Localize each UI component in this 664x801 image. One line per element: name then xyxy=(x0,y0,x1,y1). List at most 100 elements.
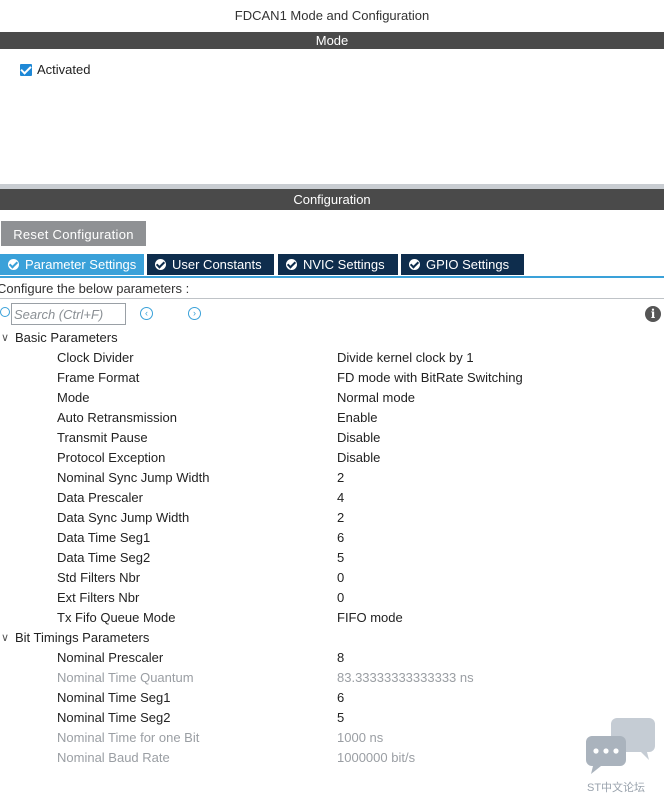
param-value[interactable]: 4 xyxy=(337,488,344,508)
group-label: Basic Parameters xyxy=(15,330,118,345)
param-key: Tx Fifo Queue Mode xyxy=(57,610,176,625)
param-row[interactable]: Std Filters Nbr 0 xyxy=(0,568,664,588)
param-value[interactable]: Normal mode xyxy=(337,388,415,408)
param-key: Data Prescaler xyxy=(57,490,143,505)
param-value[interactable]: Enable xyxy=(337,408,377,428)
tab-label: Parameter Settings xyxy=(25,257,137,272)
param-row[interactable]: Data Sync Jump Width 2 xyxy=(0,508,664,528)
param-key: Data Time Seg1 xyxy=(57,530,151,545)
chat-dot xyxy=(603,748,609,754)
param-key: Transmit Pause xyxy=(57,430,148,445)
param-value[interactable]: FIFO mode xyxy=(337,608,403,628)
param-row[interactable]: Clock Divider Divide kernel clock by 1 xyxy=(0,348,664,368)
activated-checkbox[interactable]: Activated xyxy=(20,62,90,77)
param-value[interactable]: 0 xyxy=(337,588,344,608)
param-row[interactable]: Nominal Prescaler 8 xyxy=(0,648,664,668)
search-icon xyxy=(0,307,10,317)
param-key: Ext Filters Nbr xyxy=(57,590,140,605)
chevron-down-icon[interactable]: ∨ xyxy=(1,628,9,648)
param-value[interactable]: 2 xyxy=(337,508,344,528)
param-row[interactable]: Frame Format FD mode with BitRate Switchi… xyxy=(0,368,664,388)
config-tabs: Parameter Settings User Constants NVIC S… xyxy=(0,254,664,278)
parameter-tree: ∨ Basic Parameters Clock Divider Divide k… xyxy=(0,328,664,768)
param-value[interactable]: 6 xyxy=(337,688,344,708)
param-row[interactable]: Auto Retransmission Enable xyxy=(0,408,664,428)
mode-area: Activated xyxy=(0,49,664,184)
mode-header: Mode xyxy=(0,32,664,49)
param-value[interactable]: 8 xyxy=(337,648,344,668)
param-row[interactable]: Transmit Pause Disable xyxy=(0,428,664,448)
group-basic-parameters[interactable]: ∨ Basic Parameters xyxy=(0,328,664,348)
next-match-icon[interactable]: › xyxy=(188,307,201,320)
check-circle-icon xyxy=(155,259,166,270)
param-key: Auto Retransmission xyxy=(57,410,177,425)
tab-nvic-settings[interactable]: NVIC Settings xyxy=(278,254,398,275)
param-row: Nominal Time for one Bit 1000 ns xyxy=(0,728,664,748)
param-value[interactable]: 0 xyxy=(337,568,344,588)
param-row[interactable]: Ext Filters Nbr 0 xyxy=(0,588,664,608)
param-key: Nominal Time Seg2 xyxy=(57,710,171,725)
check-circle-icon xyxy=(286,259,297,270)
param-key: Clock Divider xyxy=(57,350,134,365)
chat-dot xyxy=(613,748,619,754)
param-value[interactable]: FD mode with BitRate Switching xyxy=(337,368,523,388)
param-row[interactable]: Nominal Time Seg1 6 xyxy=(0,688,664,708)
param-row: Nominal Time Quantum 83.33333333333333 ns xyxy=(0,668,664,688)
window-title: FDCAN1 Mode and Configuration xyxy=(234,8,430,23)
param-key: Nominal Baud Rate xyxy=(57,750,170,765)
param-row[interactable]: Nominal Sync Jump Width 2 xyxy=(0,468,664,488)
param-value: 1000 ns xyxy=(337,730,384,745)
param-row[interactable]: Nominal Time Seg2 5 xyxy=(0,708,664,728)
configuration-header: Configuration xyxy=(0,189,664,210)
tab-label: GPIO Settings xyxy=(426,257,510,272)
group-bit-timings-parameters[interactable]: ∨ Bit Timings Parameters xyxy=(0,628,664,648)
param-key: Data Time Seg2 xyxy=(57,550,151,565)
param-row[interactable]: Tx Fifo Queue Mode FIFO mode xyxy=(0,608,664,628)
param-key: Nominal Time Seg1 xyxy=(57,690,171,705)
chat-dot xyxy=(593,748,599,754)
param-row[interactable]: Data Prescaler 4 xyxy=(0,488,664,508)
check-circle-icon xyxy=(409,259,420,270)
param-key: Mode xyxy=(57,390,90,405)
param-row[interactable]: Protocol Exception Disable xyxy=(0,448,664,468)
chat-bubble-front-tail xyxy=(591,766,601,774)
param-key: Protocol Exception xyxy=(57,450,166,465)
param-key: Nominal Sync Jump Width xyxy=(57,470,210,485)
param-key: Std Filters Nbr xyxy=(57,570,141,585)
previous-match-icon[interactable]: ‹ xyxy=(140,307,153,320)
chat-bubble-back-tail xyxy=(641,752,649,760)
param-row: Nominal Baud Rate 1000000 bit/s xyxy=(0,748,664,768)
reset-area: Reset Configuration xyxy=(0,210,664,246)
search-row: ‹ › i xyxy=(0,303,664,325)
tab-user-constants[interactable]: User Constants xyxy=(147,254,274,275)
param-row[interactable]: Mode Normal mode xyxy=(0,388,664,408)
param-row[interactable]: Data Time Seg1 6 xyxy=(0,528,664,548)
param-row[interactable]: Data Time Seg2 5 xyxy=(0,548,664,568)
param-value[interactable]: Divide kernel clock by 1 xyxy=(337,348,474,368)
param-value[interactable]: 5 xyxy=(337,548,344,568)
tab-gpio-settings[interactable]: GPIO Settings xyxy=(401,254,524,275)
watermark-text: ST中文论坛 xyxy=(587,782,646,794)
tab-label: User Constants xyxy=(172,257,262,272)
group-label: Bit Timings Parameters xyxy=(15,630,150,645)
param-key: Nominal Prescaler xyxy=(57,650,164,665)
reset-configuration-button[interactable]: Reset Configuration xyxy=(1,221,146,246)
param-value[interactable]: 6 xyxy=(337,528,344,548)
tab-parameter-settings[interactable]: Parameter Settings xyxy=(0,254,144,275)
search-input[interactable] xyxy=(11,303,126,325)
param-value[interactable]: 2 xyxy=(337,468,344,488)
checkbox-checked-icon[interactable] xyxy=(20,63,32,76)
param-value[interactable]: Disable xyxy=(337,428,380,448)
param-key: Nominal Time for one Bit xyxy=(57,730,200,745)
param-value: 83.33333333333333 ns xyxy=(337,670,474,685)
activated-label: Activated xyxy=(37,62,91,77)
chevron-down-icon[interactable]: ∨ xyxy=(1,328,9,348)
configure-instructions: Configure the below parameters : xyxy=(0,281,190,296)
param-key: Data Sync Jump Width xyxy=(57,510,190,525)
param-key: Nominal Time Quantum xyxy=(57,670,194,685)
param-value[interactable]: Disable xyxy=(337,448,380,468)
info-icon[interactable]: i xyxy=(645,306,661,322)
param-value[interactable]: 5 xyxy=(337,708,344,728)
param-key: Frame Format xyxy=(57,370,140,385)
param-value: 1000000 bit/s xyxy=(337,750,416,765)
